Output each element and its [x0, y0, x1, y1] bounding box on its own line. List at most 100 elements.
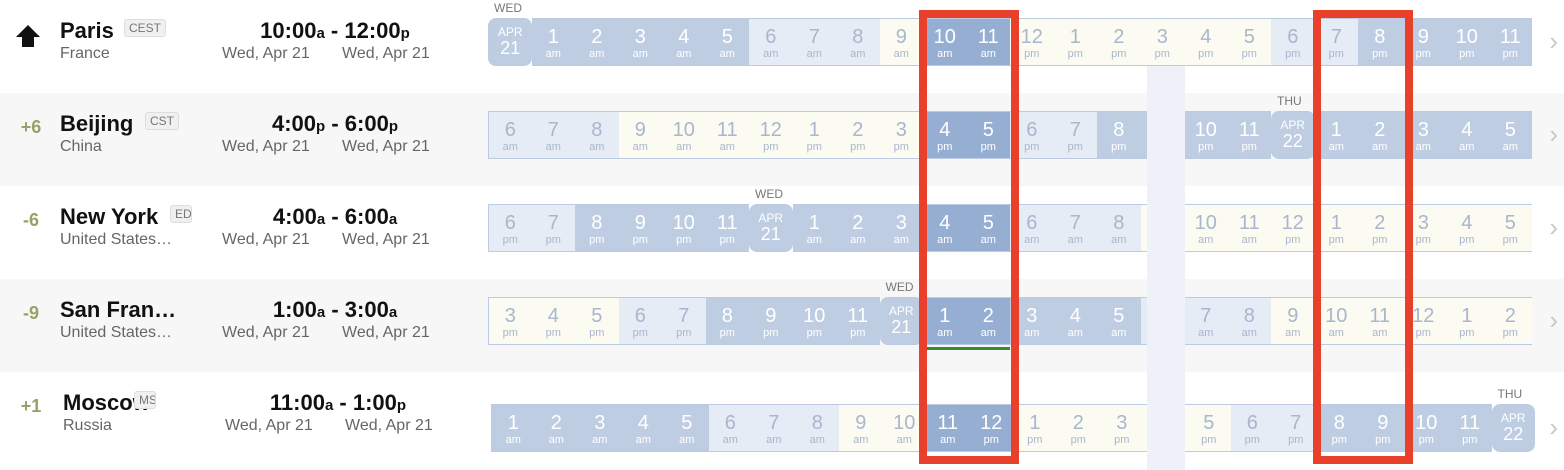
hour-cell[interactable]: 7 am	[1053, 204, 1097, 252]
hour-cell[interactable]: 4pm	[531, 297, 575, 345]
hour-cell[interactable]: 3 am	[618, 18, 662, 66]
hour-cell[interactable]: 12 pm	[1401, 297, 1445, 345]
timezone-row[interactable]: Paris CEST France 10:00a - 12:00p Wed, Apr 2…	[0, 0, 1564, 93]
hour-cell[interactable]: 3 pm	[1401, 204, 1445, 252]
hour-cell[interactable]: 6am	[488, 111, 532, 159]
hour-cell[interactable]: 11 pm	[705, 204, 749, 252]
hour-cell[interactable]: 8 pm	[1358, 18, 1402, 66]
hour-cell[interactable]: 10 pm	[792, 297, 836, 345]
hour-cell[interactable]: 3 pm	[1140, 18, 1184, 66]
hour-cell[interactable]: 11 pm	[1448, 404, 1492, 452]
hour-cell[interactable]: 8 pm	[1097, 111, 1141, 159]
hour-cell[interactable]: 2 am	[575, 18, 619, 66]
hour-cell[interactable]: 8 am	[1097, 204, 1141, 252]
hour-cell[interactable]: 10 am	[882, 404, 926, 452]
hour-cell[interactable]: 8 pm	[1317, 404, 1361, 452]
hour-cell[interactable]: 8 am	[836, 18, 880, 66]
hour-cell[interactable]: 10 pm	[662, 204, 706, 252]
hour-cell[interactable]: 4 am	[1053, 297, 1097, 345]
hour-cell[interactable]: 10 am	[1184, 204, 1228, 252]
hour-cell[interactable]: 7 pm	[1274, 404, 1318, 452]
hour-cell[interactable]: 12 pm	[1010, 18, 1054, 66]
hour-cell[interactable]: 2 pm	[836, 111, 880, 159]
hour-cell[interactable]: 6am	[749, 18, 793, 66]
hour-cell[interactable]: 6 pm	[488, 204, 532, 252]
hour-cell[interactable]: 3 am	[1010, 297, 1054, 345]
timezone-row[interactable]: -9 San Fran… United States… 1:00a - 3:00a We…	[0, 279, 1564, 372]
hour-cell[interactable]: 3 am	[578, 404, 622, 452]
hour-cell[interactable]: 10 am	[1314, 297, 1358, 345]
hour-cell[interactable]: 5 am	[665, 404, 709, 452]
hour-cell[interactable]: 7 am	[752, 404, 796, 452]
hour-cell[interactable]: 3 am	[879, 204, 923, 252]
selected-hour-cell[interactable]: 4 am	[923, 204, 967, 252]
hour-cell[interactable]: 6 pm	[618, 297, 662, 345]
hour-cell[interactable]: 9am	[879, 18, 923, 66]
hour-cell[interactable]: 7 pm	[662, 297, 706, 345]
day-boundary-cell[interactable]: APR 21	[879, 297, 923, 345]
hour-cell[interactable]: 3 pm	[1100, 404, 1144, 452]
selected-hour-cell[interactable]: 5 pm	[966, 111, 1010, 159]
hour-cell[interactable]: 7 pm	[531, 204, 575, 252]
timezone-row[interactable]: -6New YorkEDTUnited States…4:00a - 6:00a…	[0, 186, 1564, 279]
hour-cell[interactable]: 12 pm	[749, 111, 793, 159]
hour-cell[interactable]: 1 pm	[792, 111, 836, 159]
selected-hour-cell[interactable]: 12 pm	[969, 404, 1013, 452]
hour-cell[interactable]: 6 pm	[1271, 18, 1315, 66]
day-boundary-cell[interactable]: APR 22	[1271, 111, 1315, 159]
selected-hour-cell[interactable]: 2 am	[966, 297, 1010, 345]
day-boundary-cell[interactable]: APR 21	[749, 204, 793, 252]
hour-cell[interactable]: 11 am	[705, 111, 749, 159]
hour-cell[interactable]: 10 pm	[1404, 404, 1448, 452]
hour-cell[interactable]: 3 pm	[488, 297, 532, 345]
selected-hour-cell[interactable]: 1 am	[923, 297, 967, 345]
hour-cell[interactable]: 8 am	[1227, 297, 1271, 345]
hour-cell[interactable]: 3 am	[1401, 111, 1445, 159]
hour-cell[interactable]: 3 pm	[879, 111, 923, 159]
hour-cell[interactable]: 2 am	[1358, 111, 1402, 159]
hour-cell[interactable]: 1 pm	[1445, 297, 1489, 345]
city-name[interactable]: San Fran…	[60, 297, 176, 323]
hour-cell[interactable]: 1 pm	[1314, 204, 1358, 252]
hour-cell[interactable]: 11 am	[1358, 297, 1402, 345]
hour-cell[interactable]: 7 pm	[1053, 111, 1097, 159]
hour-cell[interactable]: 9pm	[749, 297, 793, 345]
hour-cell[interactable]: 5 pm	[575, 297, 619, 345]
hour-cell[interactable]: 11 pm	[1488, 18, 1532, 66]
hour-cell[interactable]: 9pm	[1401, 18, 1445, 66]
selected-hour-cell[interactable]: 5 am	[966, 204, 1010, 252]
hour-cell[interactable]: 9am	[839, 404, 883, 452]
hour-cell[interactable]: 6 pm	[1230, 404, 1274, 452]
hour-cell[interactable]: 2 am	[836, 204, 880, 252]
hour-cell[interactable]: 9pm	[618, 204, 662, 252]
hour-cell[interactable]: 10 am	[662, 111, 706, 159]
hour-cell[interactable]: 11 pm	[1227, 111, 1271, 159]
selected-hour-cell[interactable]: 11 am	[926, 404, 970, 452]
hour-cell[interactable]: 1 am	[491, 404, 535, 452]
hour-cell[interactable]: 4 am	[1445, 111, 1489, 159]
hour-cell[interactable]: 1 am	[1314, 111, 1358, 159]
hour-cell[interactable]: 1 am	[792, 204, 836, 252]
hour-cell[interactable]: 5 pm	[1187, 404, 1231, 452]
city-name[interactable]: Paris	[60, 18, 114, 44]
hour-strip[interactable]: 1 am 2 am 3 am 4 am 5 am 6 am 7 am 8 am 9 am 10 am 11 am 12 pm 1…	[491, 404, 1535, 454]
hour-cell[interactable]: 9am	[618, 111, 662, 159]
hour-cell[interactable]: 8 pm	[575, 204, 619, 252]
hour-cell[interactable]: 4pm	[1445, 204, 1489, 252]
chevron-right-icon[interactable]: ›	[1549, 212, 1558, 243]
timezone-row[interactable]: +1MoscowMSKRussia11:00a - 1:00pWed, Apr …	[0, 372, 1564, 465]
hour-cell[interactable]: 11 am	[1227, 204, 1271, 252]
hour-cell[interactable]: 5 pm	[1227, 18, 1271, 66]
day-boundary-cell[interactable]: APR 22	[1491, 404, 1535, 452]
hour-cell[interactable]: 10 pm	[1184, 111, 1228, 159]
hour-cell[interactable]: 2 pm	[1097, 18, 1141, 66]
hour-strip[interactable]: 6 am 7 am 8 am 9 am 10 am 11 am 12 pm 1 pm 2 pm 3 pm 4 pm 5 pm 6…	[488, 111, 1532, 161]
hour-cell[interactable]: 7 am	[1184, 297, 1228, 345]
hour-strip[interactable]: 6 pm 7 pm 8 pm 9 pm 10 pm 11 pm APR 21 1 am 2 am 3 am 4 am 5 am…	[488, 204, 1532, 254]
hour-cell[interactable]: 5 am	[1488, 111, 1532, 159]
day-boundary-cell[interactable]: APR 21	[488, 18, 532, 66]
selected-hour-cell[interactable]: 4 pm	[923, 111, 967, 159]
hour-cell[interactable]: 12 pm	[1271, 204, 1315, 252]
hour-cell[interactable]: 11 pm	[836, 297, 880, 345]
hour-cell[interactable]: 5 am	[1097, 297, 1141, 345]
